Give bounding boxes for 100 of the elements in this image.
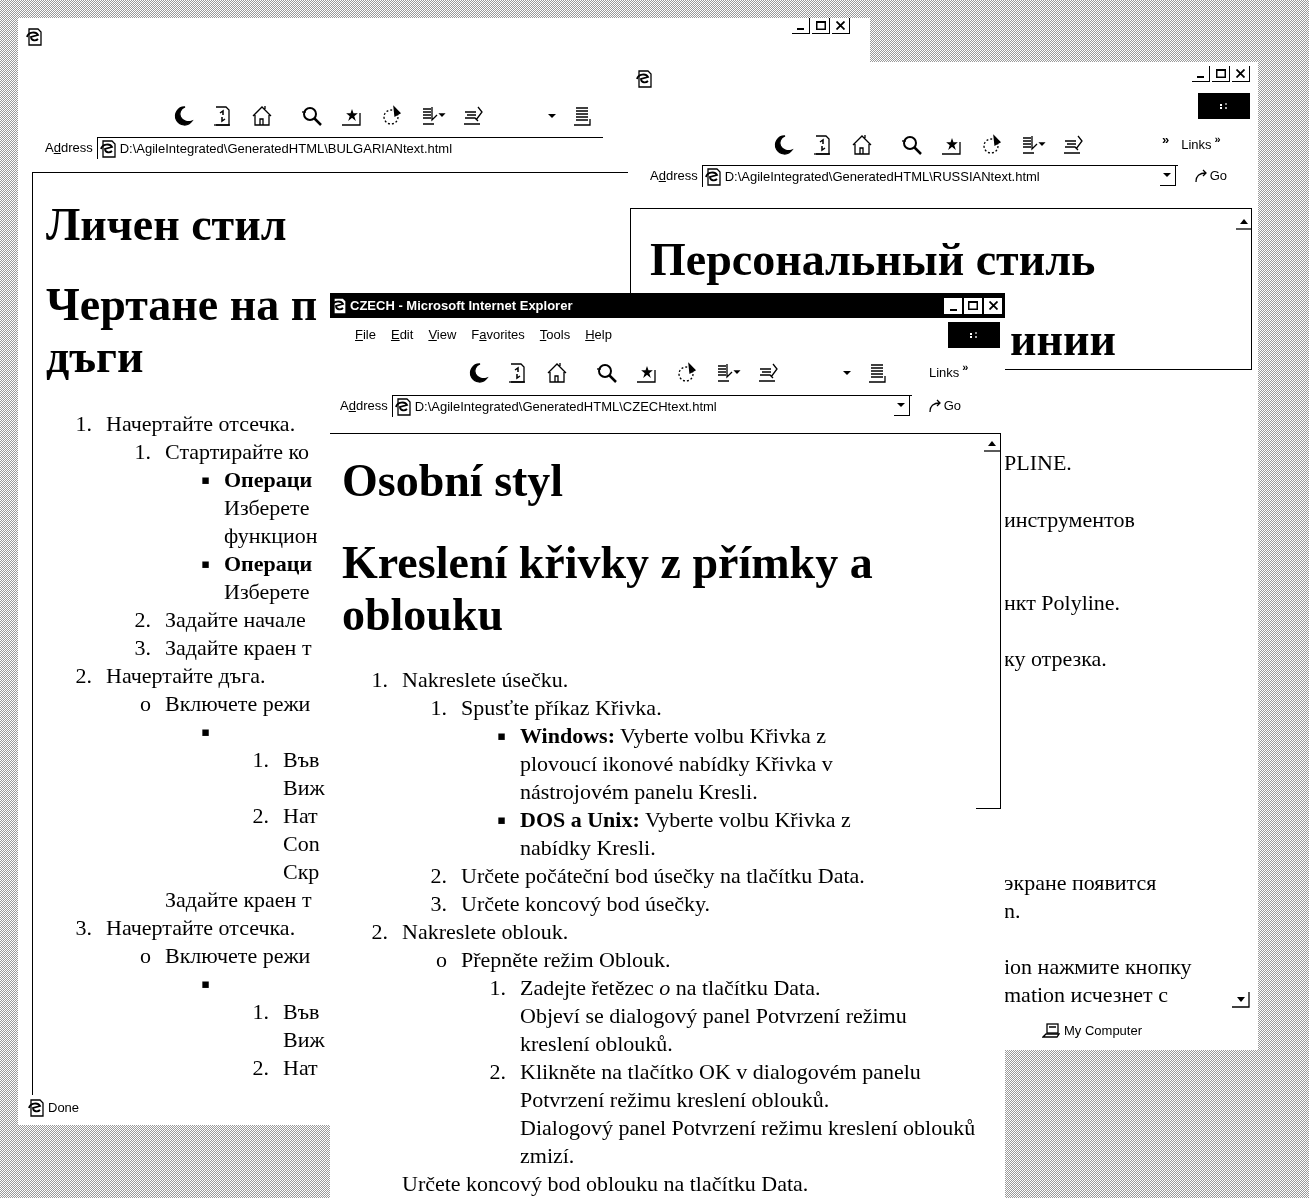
list-marker: ▪ <box>496 727 507 745</box>
list-marker: o <box>435 946 448 974</box>
document-icon[interactable] <box>572 104 594 128</box>
computer-icon <box>1042 1023 1060 1039</box>
go-button[interactable]: Go <box>927 396 962 416</box>
list-marker: 3. <box>133 634 152 662</box>
page-heading: Osobní styl <box>342 455 564 507</box>
list-marker: ▪ <box>200 975 211 993</box>
menu-item[interactable]: File <box>355 325 376 345</box>
address-field[interactable]: D:\AgileIntegrated\GeneratedHTML\CZECHtext.html <box>391 395 912 417</box>
list-item-text: Spusťte příkaz Křivka. <box>461 694 663 722</box>
address-field[interactable]: D:\AgileIntegrated\GeneratedHTML\BULGARIANtext.html <box>96 137 603 159</box>
status-text: Done <box>48 1099 80 1118</box>
list-item-note: Objeví se dialogový panel Potvrzení režimu kreslení oblouků. <box>520 1002 907 1058</box>
list-marker: ▪ <box>200 723 211 741</box>
list-marker: o <box>139 690 152 718</box>
document-icon[interactable] <box>867 361 889 385</box>
list-marker: 3. <box>429 890 448 918</box>
logo-box <box>948 322 1000 348</box>
list-marker: ▪ <box>496 811 507 829</box>
list-item-note: Dialogový panel Potvrzení režimu kreslení oblouků zmizí. <box>520 1114 976 1170</box>
menu-item[interactable]: Edit <box>390 325 414 345</box>
menu-item[interactable]: Favorites <box>471 325 525 345</box>
address-field[interactable]: D:\AgileIntegrated\GeneratedHTML\RUSSIANtext.html <box>701 165 1178 187</box>
status-text: My Computer <box>1064 1022 1143 1041</box>
home-icon[interactable] <box>250 104 274 128</box>
maximize-button[interactable] <box>812 18 830 34</box>
menu-item[interactable]: Tools <box>539 325 571 345</box>
page-heading: Персональный стиль <box>650 234 1096 286</box>
list-marker: 2. <box>251 802 270 830</box>
list-item-text: Windows: Vyberte volbu Křivka z plovoucí ikonové nabídky Křivka v nástrojovém panelu Kresli. <box>520 722 833 806</box>
menu-item[interactable]: Help <box>585 325 612 345</box>
list-item-text: Určete koncový bod úsečky. <box>461 890 711 918</box>
address-label: Address <box>650 167 698 186</box>
list-item-text: Přepněte režim Oblouk. <box>461 946 672 974</box>
maximize-icon <box>1215 69 1226 78</box>
list-item-text: Във Виж <box>283 998 325 1054</box>
maximize-icon <box>815 21 826 30</box>
list-marker: 2. <box>370 918 389 946</box>
list-marker: 1. <box>74 410 93 438</box>
browser-page-icon <box>636 70 652 88</box>
paragraph-text: ion нажмите кнопку mation исчезнет с <box>1004 953 1192 1009</box>
search-icon[interactable] <box>300 104 324 128</box>
list-item-text: Стартирайте ко <box>165 438 311 466</box>
list-marker: 2. <box>251 1054 270 1082</box>
maximize-icon <box>968 301 978 310</box>
dropdown-caret-icon[interactable] <box>548 113 556 119</box>
go-arrow-icon <box>1193 169 1208 183</box>
page-heading: Чертане на п дъги <box>46 279 318 383</box>
list-marker: 1. <box>251 998 270 1026</box>
browser-page-icon <box>28 1099 44 1117</box>
list-item-text: Нат <box>283 1054 318 1082</box>
paragraph-text: PLINE. <box>1004 449 1072 477</box>
list-item-text: Задайте краен т <box>165 634 312 662</box>
dropdown-caret-icon[interactable] <box>843 370 851 376</box>
go-arrow-icon <box>927 399 942 413</box>
links-label[interactable]: Links » <box>1181 135 1221 155</box>
minimize-button[interactable] <box>944 297 962 314</box>
minimize-button[interactable] <box>792 18 810 34</box>
close-icon <box>988 301 998 310</box>
minimize-icon <box>797 28 804 30</box>
list-item-text: Задайте начале <box>165 606 306 634</box>
list-item-text: Начертайте отсечка. <box>106 410 297 438</box>
list-marker: ▪ <box>200 555 211 573</box>
list-marker: 1. <box>251 746 270 774</box>
list-item-text: Начертайте отсечка. <box>106 914 297 942</box>
links-label[interactable]: Links » <box>929 363 969 383</box>
list-marker: ▪ <box>200 471 211 489</box>
list-marker: 2. <box>488 1058 507 1086</box>
close-button[interactable] <box>1232 66 1250 82</box>
list-item-text: Zadejte řetězec o na tlačítku Data. <box>520 974 822 1002</box>
toolbar-overflow-button[interactable]: » <box>1162 130 1170 150</box>
browser-page-icon <box>99 139 116 158</box>
list-item-text: Нат Con Скр <box>283 802 320 886</box>
go-button[interactable]: Go <box>1193 166 1228 186</box>
maximize-button[interactable] <box>964 297 982 314</box>
paragraph-text: инструментов <box>1004 506 1135 534</box>
address-label: Address <box>340 397 388 416</box>
page-heading: инии <box>1010 314 1116 366</box>
address-label: Address <box>45 139 93 158</box>
list-item-text: Включете режи <box>165 942 312 970</box>
home-icon[interactable] <box>545 361 569 385</box>
list-marker: 1. <box>370 666 389 694</box>
list-item-text: Във Виж <box>283 746 325 802</box>
maximize-button[interactable] <box>1212 66 1230 82</box>
close-button[interactable] <box>984 297 1002 314</box>
search-icon[interactable] <box>900 133 924 157</box>
page-heading: Kreslení křivky z přímky a oblouku <box>342 537 873 641</box>
paragraph-text: нкт Polyline. <box>1004 589 1121 617</box>
scroll-down-arrow-icon[interactable] <box>1232 992 1250 1008</box>
close-button[interactable] <box>832 18 850 34</box>
home-icon[interactable] <box>850 133 874 157</box>
search-icon[interactable] <box>595 361 619 385</box>
menu-item[interactable]: View <box>428 325 457 345</box>
list-item-text: DOS a Unix: Vyberte volbu Křivka z nabídky Kresli. <box>520 806 851 862</box>
list-marker: 1. <box>429 694 448 722</box>
list-marker: o <box>139 942 152 970</box>
list-marker: 3. <box>74 914 93 942</box>
dropdown-arrow-icon <box>1163 173 1172 178</box>
list-marker: 2. <box>133 606 152 634</box>
